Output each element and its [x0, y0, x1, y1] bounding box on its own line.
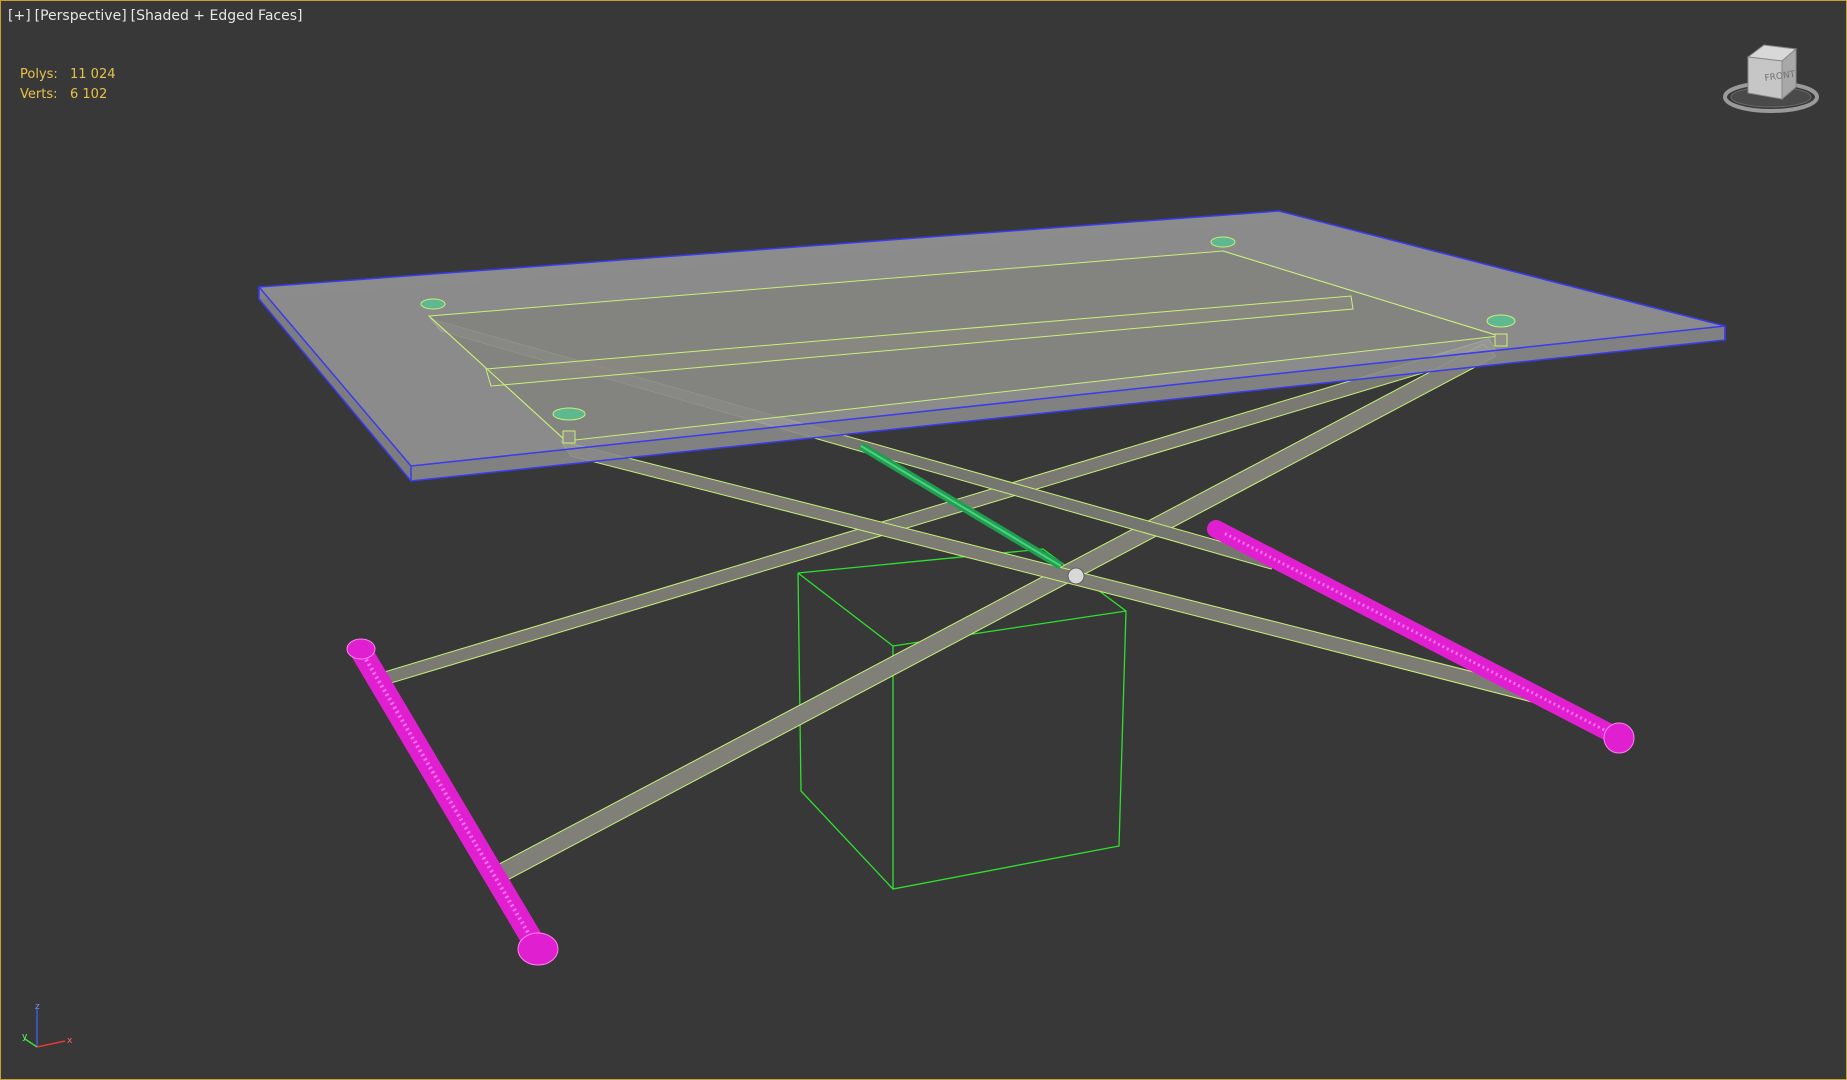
viewport-menu-button[interactable]: [+] — [8, 8, 31, 24]
scene-statistics: Polys: 11 024 Verts: 6 102 — [20, 65, 116, 105]
viewport-label: [+] [Perspective] [Shaded + Edged Faces] — [8, 8, 306, 24]
axis-y-label: y — [22, 1032, 28, 1042]
polys-value: 11 024 — [70, 67, 116, 82]
axis-z-label: z — [35, 1002, 40, 1012]
shading-mode-menu[interactable]: [Shaded + Edged Faces] — [131, 8, 303, 24]
scene-canvas[interactable] — [1, 1, 1846, 1079]
polys-label: Polys: — [20, 67, 58, 82]
wire-box[interactable] — [797, 548, 1127, 890]
pivot-joint[interactable] — [1067, 567, 1085, 585]
perspective-viewport[interactable]: [+] [Perspective] [Shaded + Edged Faces] P… — [0, 0, 1847, 1080]
polys-row: Polys: 11 024 — [20, 65, 116, 85]
axis-x-label: x — [67, 1036, 73, 1046]
selected-rods[interactable] — [346, 520, 1635, 966]
verts-label: Verts: — [20, 87, 58, 102]
view-type-menu[interactable]: [Perspective] — [35, 8, 127, 24]
axis-tripod: z x y — [19, 1001, 79, 1053]
viewcube-icon[interactable]: FRONT — [1716, 39, 1826, 119]
verts-row: Verts: 6 102 — [20, 85, 116, 105]
verts-value: 6 102 — [70, 87, 108, 102]
